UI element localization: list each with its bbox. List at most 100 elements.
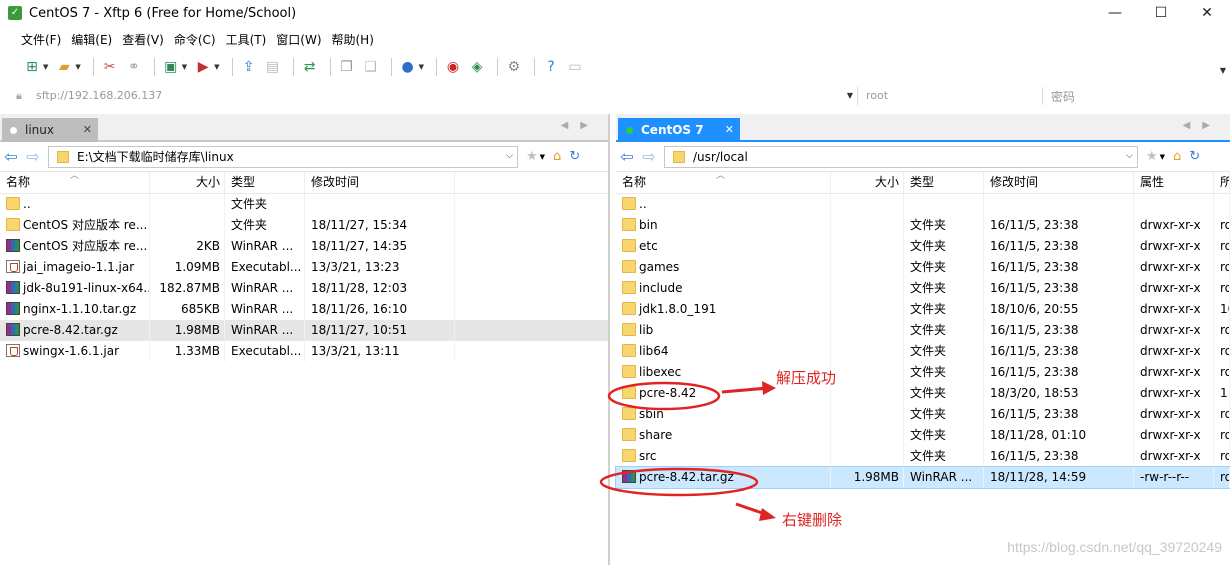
chevron-down-icon[interactable]: ▼ [75,63,80,71]
new-session-icon[interactable]: ⊞ [22,57,42,77]
properties-icon[interactable]: ▣ [161,57,181,77]
folder-row[interactable]: games 文件夹 16/11/5, 23:38 drwxr-xr-x ro [616,257,1230,278]
remote-path-input[interactable]: /usr/local ⌵ [664,145,1138,168]
cell-attributes: drwxr-xr-x [1134,425,1214,446]
refresh-icon[interactable]: ↻ [1189,149,1200,164]
home-folder-icon[interactable]: ⌂ [553,149,561,164]
cell-type: 文件夹 [904,383,984,404]
file-row[interactable]: CentOS 对应版本 re... 2KB WinRAR ... 18/11/27, … [0,236,608,257]
file-row[interactable]: nginx-1.1.10.tar.gz 685KB WinRAR ... 18/11/… [0,299,608,320]
star-icon[interactable]: ★ [1146,149,1158,164]
folder-row[interactable]: include 文件夹 16/11/5, 23:38 drwxr-xr-x ro [616,278,1230,299]
globe-icon[interactable]: ● [398,57,418,77]
chevron-down-icon[interactable]: ▼ [419,63,424,71]
close-button[interactable]: ✕ [1184,0,1230,26]
menu-file[interactable]: 文件(F) [16,31,66,48]
minimize-button[interactable]: — [1092,0,1138,26]
column-header-owner[interactable]: 所 [1214,172,1230,193]
file-row[interactable]: jdk-8u191-linux-x64... 182.87MB WinRAR ...… [0,278,608,299]
folder-row[interactable]: CentOS 对应版本 re... 文件夹 18/11/27, 15:34 [0,215,608,236]
maximize-button[interactable]: ☐ [1138,0,1184,26]
forward-arrow-icon[interactable]: ⇨ [22,147,44,166]
chevron-down-icon[interactable]: ▼ [847,87,853,105]
username-input[interactable]: root [858,87,1043,105]
menu-help[interactable]: 帮助(H) [327,31,379,48]
cell-name: lib64 [616,341,831,362]
column-header-modified[interactable]: 修改时间 [984,172,1134,193]
folder-row[interactable]: share 文件夹 18/11/28, 01:10 drwxr-xr-x ro [616,425,1230,446]
star-icon[interactable]: ★ [526,149,538,164]
menu-tools[interactable]: 工具(T) [221,31,272,48]
cell-type: 文件夹 [225,215,305,236]
toolbar-overflow-icon[interactable]: ▼ [1220,66,1226,75]
xftp-icon[interactable]: ◈ [467,57,487,77]
tab-scroll-arrows[interactable]: ◀▶ [561,120,600,131]
file-row[interactable]: pcre-8.42.tar.gz 1.98MB WinRAR ... 18/11/28… [615,466,1230,489]
copy-icon[interactable]: ❐ [337,57,357,77]
chevron-down-icon[interactable]: ▼ [43,63,48,71]
column-header-type[interactable]: 类型 [225,172,305,193]
upload-icon[interactable]: ⇪ [239,57,259,77]
cell-type-text: 文件夹 [910,365,947,379]
open-folder-icon[interactable]: ▰ [54,57,74,77]
folder-row[interactable]: bin 文件夹 16/11/5, 23:38 drwxr-xr-x ro [616,215,1230,236]
file-row[interactable]: swingx-1.6.1.jar 1.33MB Executabl... 13/3/2… [0,341,608,362]
chevron-down-icon[interactable]: ⌵ [1126,151,1133,161]
folder-row[interactable]: pcre-8.42 文件夹 18/3/20, 18:53 drwxr-xr-x 1 [616,383,1230,404]
refresh-icon[interactable]: ↻ [569,149,580,164]
chevron-down-icon[interactable]: ▼ [182,63,187,71]
folder-row[interactable]: lib 文件夹 16/11/5, 23:38 drwxr-xr-x ro [616,320,1230,341]
menu-window[interactable]: 窗口(W) [271,31,326,48]
tab-centos7[interactable]: CentOS 7 ✕ [618,118,740,142]
folder-row[interactable]: src 文件夹 16/11/5, 23:38 drwxr-xr-x ro [616,446,1230,467]
close-icon[interactable]: ✕ [725,123,734,136]
local-path-input[interactable]: E:\文档下载临时储存库\linux ⌵ [48,145,518,168]
help-icon[interactable]: ? [541,57,561,77]
chevron-down-icon[interactable]: ▼ [1160,153,1165,161]
menu-edit[interactable]: 编辑(E) [66,31,117,48]
menu-command[interactable]: 命令(C) [169,31,221,48]
file-row[interactable]: pcre-8.42.tar.gz 1.98MB WinRAR ... 18/11/27… [0,320,608,341]
tab-scroll-arrows[interactable]: ◀▶ [1183,120,1222,131]
tab-linux[interactable]: linux ✕ [2,118,98,142]
sync-icon[interactable]: ⇄ [300,57,320,77]
column-header-modified[interactable]: 修改时间 [305,172,455,193]
folder-row[interactable]: lib64 文件夹 16/11/5, 23:38 drwxr-xr-x ro [616,341,1230,362]
chevron-down-icon[interactable]: ▼ [214,63,219,71]
folder-icon [622,407,636,420]
column-header-size[interactable]: 大小 [150,172,225,193]
folder-row[interactable]: jdk1.8.0_191 文件夹 18/10/6, 20:55 drwxr-xr-x 1… [616,299,1230,320]
forward-arrow-icon[interactable]: ⇨ [638,147,660,166]
cell-owner: 10 [1214,299,1230,320]
chevron-down-icon[interactable]: ▼ [540,153,545,161]
column-header-size[interactable]: 大小 [831,172,904,193]
password-input[interactable]: 密码 [1043,88,1075,105]
folder-row[interactable]: libexec 文件夹 16/11/5, 23:38 drwxr-xr-x ro [616,362,1230,383]
column-header-attributes[interactable]: 属性 [1134,172,1214,193]
cell-type: 文件夹 [904,446,984,467]
column-header-type[interactable]: 类型 [904,172,984,193]
host-address-input[interactable]: sftp://192.168.206.137 ▼ [36,87,858,105]
disconnect-icon[interactable]: ✂ [100,57,120,77]
file-row[interactable]: jai_imageio-1.1.jar 1.09MB Executabl... 13/… [0,257,608,278]
cell-modified-text: 18/11/28, 12:03 [311,281,408,295]
cell-modified-text: 18/10/6, 20:55 [990,302,1079,316]
folder-row[interactable]: .. [616,194,1230,215]
gear-icon[interactable]: ⚙ [504,57,524,77]
terminal-icon[interactable]: ▶ [193,57,213,77]
download-icon[interactable]: ▤ [263,57,283,77]
folder-row[interactable]: sbin 文件夹 16/11/5, 23:38 drwxr-xr-x ro [616,404,1230,425]
folder-row[interactable]: .. 文件夹 [0,194,608,215]
paste-icon[interactable]: ❏ [361,57,381,77]
cell-name-text: .. [23,197,31,211]
home-folder-icon[interactable]: ⌂ [1173,149,1181,164]
chat-icon[interactable]: ▭ [565,57,585,77]
back-arrow-icon[interactable]: ⇦ [0,147,22,166]
back-arrow-icon[interactable]: ⇦ [616,147,638,166]
folder-row[interactable]: etc 文件夹 16/11/5, 23:38 drwxr-xr-x ro [616,236,1230,257]
chevron-down-icon[interactable]: ⌵ [506,151,513,161]
xshell-icon[interactable]: ◉ [443,57,463,77]
close-icon[interactable]: ✕ [83,123,92,136]
reconnect-icon[interactable]: ⚭ [124,57,144,77]
menu-view[interactable]: 查看(V) [117,31,169,48]
